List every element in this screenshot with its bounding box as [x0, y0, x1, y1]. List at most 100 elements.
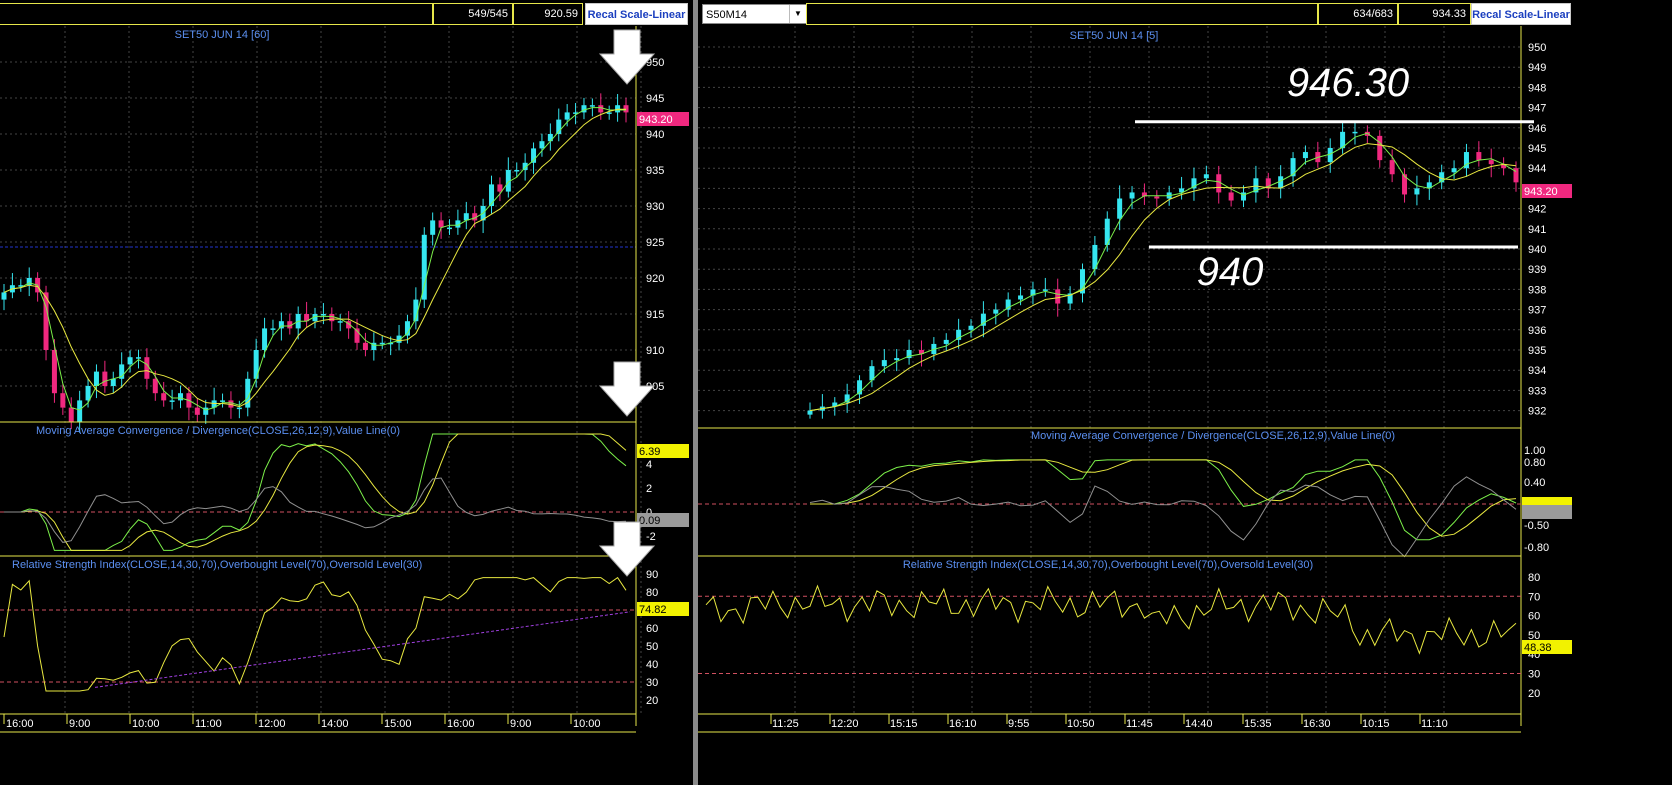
macd-badge2-bg: [1522, 505, 1572, 519]
price-tick-label: 937: [1528, 305, 1546, 317]
candle-body: [993, 309, 999, 314]
time-label: 15:00: [384, 718, 412, 730]
candle-body: [152, 378, 158, 394]
annotation-low-label: 940: [1197, 250, 1264, 294]
right-last-price: 934.33: [1398, 3, 1471, 25]
rsi-tick-label: 90: [646, 569, 658, 581]
candle-body: [1042, 289, 1048, 291]
candle-body: [1476, 152, 1482, 161]
macd-signal-line: [810, 459, 1517, 537]
rsi-badge: 74.82: [639, 604, 667, 616]
rsi-trendline: [94, 611, 631, 688]
candle-body: [362, 342, 368, 350]
price-tick-label: 938: [1528, 284, 1546, 296]
symbol-value: S50M14: [706, 9, 747, 21]
candle-body: [194, 407, 200, 415]
time-label: 11:45: [1126, 718, 1153, 730]
right-header-blank: [806, 3, 1318, 25]
candle-body: [1389, 160, 1395, 175]
candle-body: [329, 314, 335, 322]
time-label: 11:10: [1421, 718, 1448, 730]
price-tick-label: 935: [1528, 345, 1546, 357]
macd-badge: 6.39: [639, 446, 660, 458]
rsi-badge: 48.38: [1524, 642, 1552, 654]
candle-body: [1216, 174, 1222, 193]
time-label: 16:00: [447, 718, 475, 730]
candle-body: [430, 220, 436, 235]
price-tick-label: 935: [646, 165, 664, 177]
candle-body: [547, 134, 553, 142]
candle-body: [1, 292, 7, 300]
symbol-select[interactable]: S50M14 ▼: [702, 4, 807, 24]
candle-body: [1018, 295, 1024, 300]
price-tick-label: 946: [1528, 123, 1546, 135]
right-rsi-title: Relative Strength Index(CLOSE,14,30,70),…: [903, 559, 1313, 571]
time-label: 11:00: [195, 718, 222, 730]
candle-body: [438, 220, 444, 228]
candle-body: [270, 328, 276, 330]
candle-body: [220, 400, 226, 402]
rsi-tick-label: 30: [646, 677, 658, 689]
ma-fast-line: [809, 132, 1517, 412]
time-label: 9:00: [510, 718, 531, 730]
price-tick-label: 932: [1528, 406, 1546, 418]
rsi-tick-label: 20: [1528, 688, 1540, 700]
left-chart-canvas[interactable]: 950945940935930925920915910905SET50 JUN …: [0, 26, 693, 785]
candle-body: [807, 410, 813, 415]
candle-body: [894, 358, 900, 361]
price-tick-label: 940: [1528, 244, 1546, 256]
annotation-high-label: 946.30: [1287, 61, 1409, 105]
candle-body: [144, 357, 150, 379]
chevron-down-icon[interactable]: ▼: [789, 5, 806, 23]
candle-body: [51, 350, 57, 394]
candle-body: [598, 105, 604, 113]
price-tick-label: 949: [1528, 62, 1546, 74]
right-chart-canvas[interactable]: 9509499489479469459449439429419409399389…: [698, 26, 1672, 785]
macd-tick-label: 1.00: [1524, 445, 1545, 457]
candle-body: [337, 321, 343, 323]
price-tick-label: 934: [1528, 365, 1546, 377]
candle-body: [379, 342, 385, 345]
candle-body: [1228, 192, 1234, 201]
time-label: 10:00: [573, 718, 601, 730]
time-label: 15:15: [890, 718, 918, 730]
price-tick-label: 920: [646, 273, 664, 285]
macd-tick-label: -2: [646, 531, 656, 543]
candle-body: [85, 386, 91, 401]
candle-body: [1055, 289, 1061, 304]
macd-badge2: 0.09: [639, 515, 660, 527]
candle-body: [623, 105, 629, 113]
rsi-tick-label: 70: [1528, 591, 1540, 603]
right-recal-scale-button[interactable]: Recal Scale-Linear: [1471, 3, 1571, 25]
rsi-tick-label: 60: [1528, 611, 1540, 623]
price-badge: 943.20: [639, 114, 673, 126]
left-recal-scale-button[interactable]: Recal Scale-Linear: [585, 3, 688, 25]
candle-body: [1290, 158, 1296, 177]
left-chart-window: 549/545 920.59 Recal Scale-Linear 950 945…: [0, 0, 693, 785]
price-tick-label: 915: [646, 309, 664, 321]
macd-tick-label: 4: [646, 459, 652, 471]
time-label: 11:25: [772, 718, 799, 730]
candle-body: [262, 328, 268, 350]
time-label: 16:30: [1303, 718, 1331, 730]
candle-body: [135, 357, 141, 359]
candle-body: [169, 400, 175, 402]
candle-body: [564, 112, 570, 120]
rsi-tick-label: 80: [646, 587, 658, 599]
candle-body: [1302, 152, 1308, 159]
candle-body: [236, 407, 242, 410]
macd-tick-label: 0.80: [1524, 457, 1545, 469]
price-tick-label: 945: [646, 93, 664, 105]
time-label: 9:00: [69, 718, 90, 730]
candle-body: [463, 213, 469, 221]
price-badge: 943.20: [1524, 186, 1558, 198]
candle-body: [514, 170, 520, 172]
candle-body: [1488, 160, 1494, 165]
time-label: 12:20: [831, 718, 859, 730]
candle-body: [110, 378, 116, 386]
rsi-tick-label: 50: [646, 641, 658, 653]
price-tick-label: 933: [1528, 385, 1546, 397]
candle-body: [881, 360, 887, 367]
price-tick-label: 930: [646, 201, 664, 213]
candle-body: [421, 234, 427, 300]
